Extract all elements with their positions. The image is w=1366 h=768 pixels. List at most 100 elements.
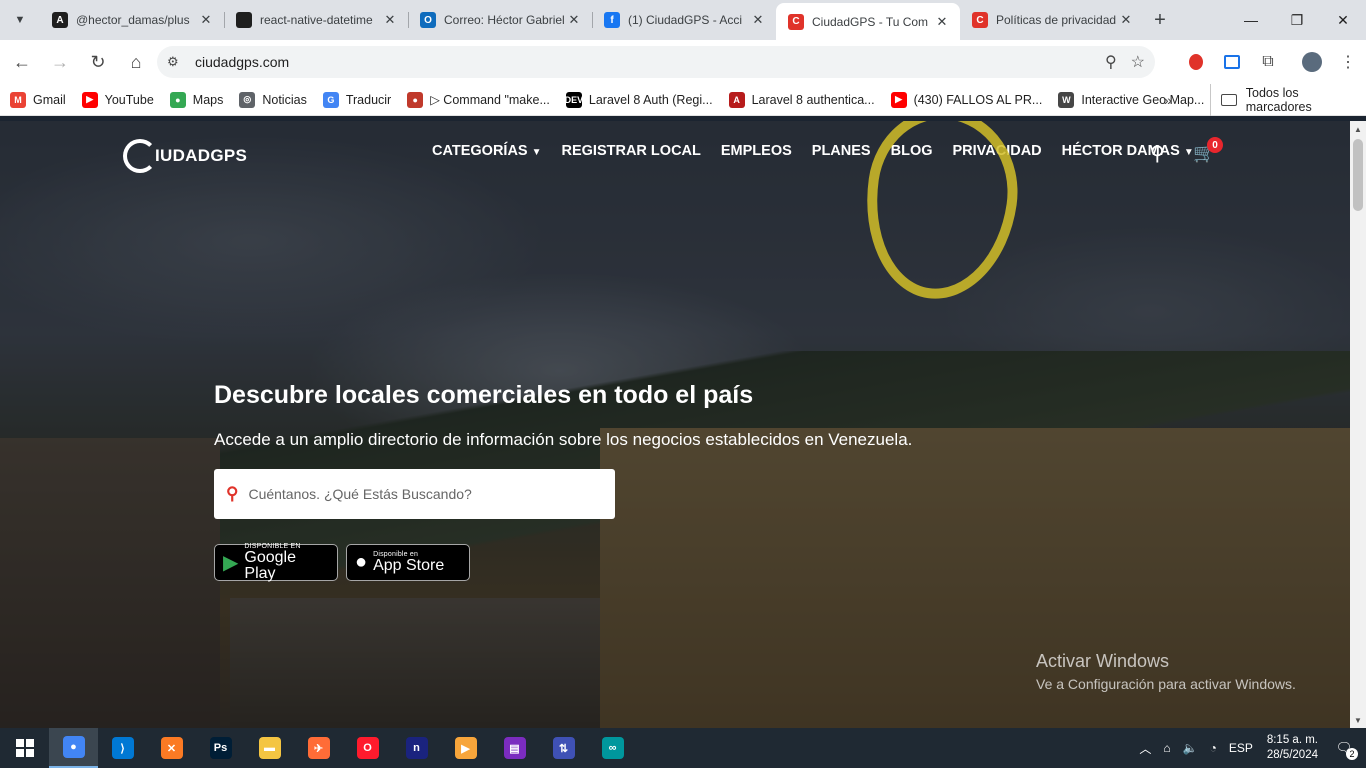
bookmarks-overflow-button[interactable]: » [1164, 84, 1172, 116]
profile-avatar[interactable] [1294, 44, 1330, 80]
search-icon[interactable]: ⚲ [1150, 141, 1165, 166]
folder-icon [1221, 94, 1237, 106]
bookmark-item[interactable]: ▶ YouTube [81, 91, 154, 108]
clock-date: 28/5/2024 [1266, 749, 1318, 761]
taskbar-app-photoshop[interactable]: Ps [196, 728, 245, 768]
app-n-icon: n [405, 737, 428, 759]
volume-icon[interactable]: 🔈 [1183, 741, 1198, 755]
all-bookmarks-button[interactable]: Todos los marcadores [1210, 84, 1366, 116]
menu-item[interactable]: HÉCTOR DAMAS ▼ [1062, 143, 1194, 159]
app-store-button[interactable]: ● Disponible en App Store [346, 544, 470, 581]
bookmark-item[interactable]: ◎ Noticias [239, 91, 307, 108]
page-scrollbar[interactable]: ▲ ▼ [1350, 121, 1366, 728]
taskbar-app-vscode[interactable]: ⟩ [98, 728, 147, 768]
network-icon[interactable]: ⌂ [1163, 741, 1170, 755]
start-button[interactable] [0, 728, 49, 768]
tab-close-icon[interactable]: ✕ [566, 12, 582, 28]
bookmark-favicon-icon: M [10, 91, 26, 108]
taskbar-app-postman[interactable]: ✈ [294, 728, 343, 768]
taskbar-app-media-player[interactable]: ▶ [441, 728, 490, 768]
menu-item[interactable]: REGISTRAR LOCAL [562, 143, 701, 159]
bookmark-label: Gmail [33, 92, 66, 107]
menu-item[interactable]: EMPLEOS [721, 143, 792, 159]
bookmark-favicon-icon: ● [169, 91, 186, 108]
postman-icon: ✈ [307, 737, 330, 759]
system-tray: ︿ ⌂ 🔈 ◔ ESP 8:15 a. m. 28/5/2024 🗨 2 [1133, 728, 1366, 768]
taskbar-app-clapper[interactable]: ▤ [490, 728, 539, 768]
taskbar-app-arduino[interactable]: ∞ [588, 728, 637, 768]
bookmark-favicon-icon: ● [407, 91, 424, 108]
menu-item[interactable]: PLANES [812, 143, 871, 159]
browser-tab[interactable]: C Políticas de privacidad ✕ [960, 3, 1144, 37]
bookmark-favicon-icon: W [1058, 91, 1075, 108]
tab-favicon-icon: f [604, 12, 620, 28]
back-button[interactable]: ← [4, 44, 40, 80]
location-icon[interactable]: ⚲ [1105, 52, 1117, 72]
taskbar-app-app-n[interactable]: n [392, 728, 441, 768]
windows-icon [15, 739, 34, 757]
browser-tab[interactable]: C CiudadGPS - Tu Com ✕ [776, 3, 960, 40]
clock[interactable]: 8:15 a. m. 28/5/2024 [1267, 733, 1318, 763]
menu-item[interactable]: CATEGORÍAS ▼ [432, 143, 542, 159]
bookmark-item[interactable]: ▶ (430) FALLOS AL PR... [890, 91, 1042, 108]
language-indicator[interactable]: ESP [1229, 741, 1253, 755]
tab-favicon-icon: O [420, 12, 436, 28]
tab-search-button[interactable]: ▼ [0, 0, 40, 40]
home-button[interactable]: ⌂ [118, 44, 154, 80]
logo-icon [123, 139, 157, 173]
browser-tab[interactable]: f (1) CiudadGPS - Acci ✕ [592, 3, 776, 37]
minimize-button[interactable]: — [1228, 0, 1274, 40]
google-play-label: Google Play [244, 549, 296, 582]
extension-screen-icon[interactable] [1214, 44, 1250, 80]
tab-close-icon[interactable]: ✕ [382, 12, 398, 28]
tray-overflow-icon[interactable]: ︿ [1139, 740, 1151, 757]
taskbar-app-network-app[interactable]: ⇅ [539, 728, 588, 768]
search-input[interactable]: ⚲ Cuéntanos. ¿Qué Estás Buscando? [214, 469, 615, 519]
forward-button[interactable]: → [42, 44, 78, 80]
app-store-label: App Store [373, 557, 445, 574]
scroll-thumb[interactable] [1353, 139, 1363, 211]
bookmark-label: Laravel 8 Auth (Regi... [588, 92, 713, 107]
bookmark-label: Maps [192, 92, 224, 107]
scroll-down-arrow[interactable]: ▼ [1350, 712, 1366, 728]
bookmark-item[interactable]: ● ▷ Command "make... [407, 91, 550, 108]
site-info-icon[interactable]: ⚙ [167, 54, 189, 70]
bookmark-label: Traducir [345, 92, 392, 107]
browser-tab[interactable]: O Correo: Héctor Gabriel ✕ [408, 3, 592, 37]
bookmark-item[interactable]: DEV Laravel 8 Auth (Regi... [565, 91, 713, 108]
new-tab-button[interactable]: + [1144, 3, 1176, 37]
browser-menu-icon[interactable]: ⋮ [1330, 44, 1366, 80]
cart-icon[interactable]: 🛒 0 [1193, 137, 1223, 164]
notification-center-button[interactable]: 🗨 2 [1332, 736, 1358, 760]
scroll-up-arrow[interactable]: ▲ [1350, 121, 1366, 137]
taskbar-app-chrome[interactable]: ● [49, 728, 98, 768]
bookmark-star-icon[interactable]: ☆ [1131, 52, 1145, 72]
extensions-puzzle-icon[interactable]: ⧉ [1250, 44, 1286, 80]
taskbar-app-opera[interactable]: O [343, 728, 392, 768]
tab-title: Correo: Héctor Gabriel [444, 13, 565, 27]
notification-count: 2 [1346, 748, 1358, 760]
site-logo[interactable]: IUDADGPS [123, 139, 247, 173]
bookmark-item[interactable]: G Traducir [322, 91, 392, 108]
reload-button[interactable]: ↻ [80, 44, 116, 80]
restore-button[interactable]: ❐ [1274, 0, 1320, 40]
tab-close-icon[interactable]: ✕ [198, 12, 214, 28]
bookmark-item[interactable]: ● Maps [169, 91, 224, 108]
bookmark-label: Laravel 8 authentica... [751, 92, 875, 107]
site-header: IUDADGPS CATEGORÍAS ▼ REGISTRAR LOCAL EMPLE… [0, 121, 1350, 185]
close-window-button[interactable]: ✕ [1320, 0, 1366, 40]
tab-close-icon[interactable]: ✕ [934, 14, 950, 30]
bookmark-item[interactable]: M Gmail [10, 91, 66, 108]
google-play-button[interactable]: ▶ DISPONIBLE EN Google Play [214, 543, 338, 582]
browser-tab[interactable]: A @hector_damas/plus ✕ [40, 3, 224, 37]
tab-close-icon[interactable]: ✕ [750, 12, 766, 28]
extension-opera-icon[interactable] [1178, 44, 1214, 80]
taskbar-app-xampp[interactable]: ✕ [147, 728, 196, 768]
bookmark-item[interactable]: W Interactive Geo Map... [1058, 91, 1204, 108]
bookmark-item[interactable]: A Laravel 8 authentica... [728, 91, 875, 108]
address-bar[interactable]: ⚙ ciudadgps.com ⚲ ☆ [157, 46, 1155, 78]
taskbar-app-explorer[interactable]: ▬ [245, 728, 294, 768]
tab-close-icon[interactable]: ✕ [1118, 12, 1134, 28]
browser-tab[interactable]: react-native-datetime ✕ [224, 3, 408, 37]
wifi-icon[interactable]: ◔ [1210, 741, 1217, 755]
